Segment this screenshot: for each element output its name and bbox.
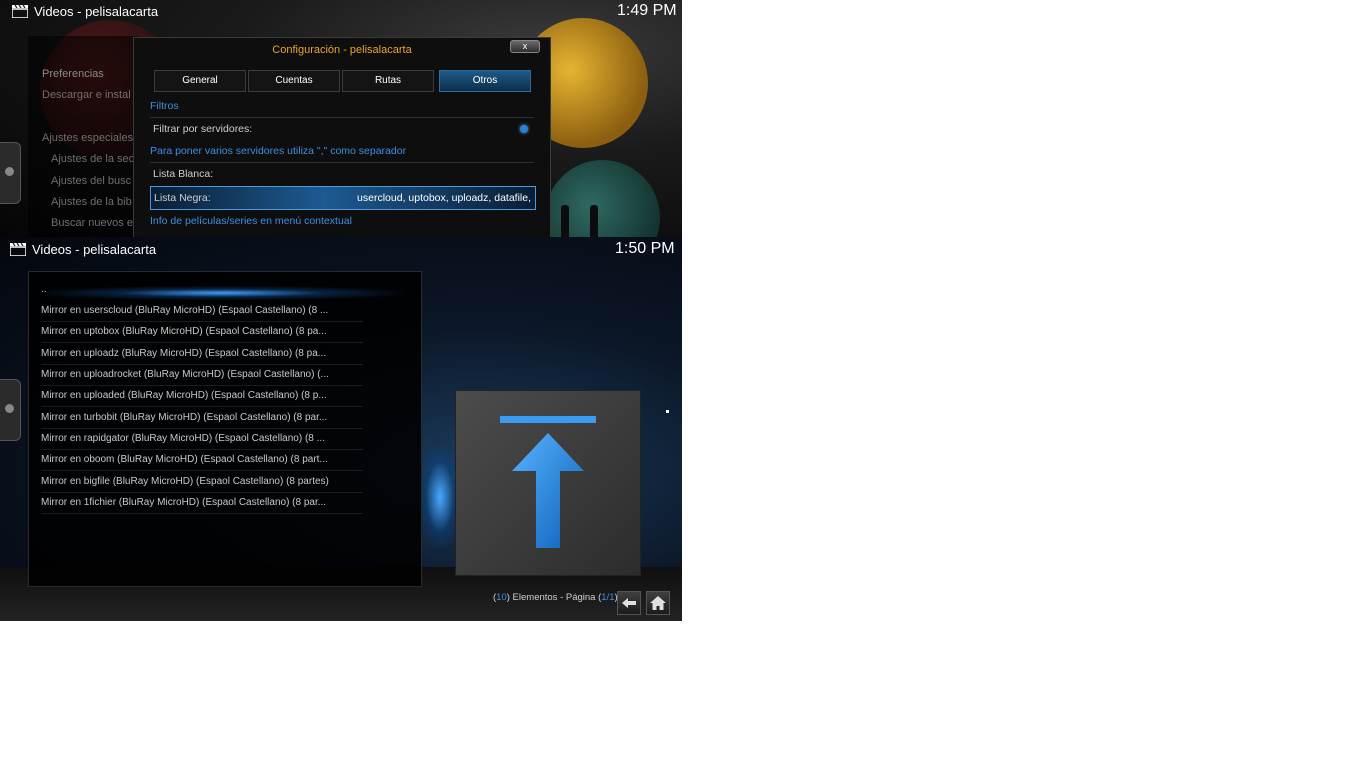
background-teal-disc: [545, 160, 660, 237]
side-menu-item[interactable]: Ajustes de la sec: [51, 153, 134, 165]
side-panel-handle[interactable]: [0, 142, 21, 204]
pagination-info: (10) Elementos - Página (1/1): [493, 592, 618, 603]
side-menu-item[interactable]: Preferencias: [42, 68, 104, 80]
list-item[interactable]: Mirror en 1fichier (BluRay MicroHD) (Esp…: [41, 492, 363, 514]
tab-cuentas[interactable]: Cuentas: [248, 70, 340, 92]
list-item[interactable]: Mirror en uploaded (BluRay MicroHD) (Esp…: [41, 385, 363, 407]
clock: 1:50 PM: [615, 240, 675, 257]
blacklist-field[interactable]: Lista Negra: usercloud, uptobox, uploadz…: [150, 186, 536, 210]
list-item[interactable]: Mirror en turbobit (BluRay MicroHD) (Esp…: [41, 407, 363, 429]
list-item[interactable]: Mirror en bigfile (BluRay MicroHD) (Espa…: [41, 471, 363, 493]
up-arrow-icon: [500, 416, 596, 548]
side-menu: Preferencias Descargar e instal Ajustes …: [28, 36, 138, 237]
list-item[interactable]: Mirror en uploadrocket (BluRay MicroHD) …: [41, 364, 363, 386]
list-item[interactable]: Mirror en uptobox (BluRay MicroHD) (Espa…: [41, 321, 363, 343]
list-item[interactable]: Mirror en rapidgator (BluRay MicroHD) (E…: [41, 428, 363, 450]
side-menu-item[interactable]: Ajustes de la bib: [51, 196, 132, 208]
section-info: Info de películas/series en menú context…: [150, 215, 352, 227]
list-item[interactable]: Mirror en oboom (BluRay MicroHD) (Espaol…: [41, 449, 363, 471]
blacklist-label: Lista Negra:: [154, 192, 211, 204]
separator-hint: Para poner varios servidores utiliza ","…: [150, 145, 407, 157]
home-icon: [650, 596, 666, 610]
tab-otros[interactable]: Otros: [439, 70, 531, 92]
filter-servers-label: Filtrar por servidores:: [153, 123, 253, 135]
cursor-dot: [666, 410, 669, 413]
tab-general[interactable]: General: [154, 70, 246, 92]
page-number: 1/1: [601, 592, 615, 603]
side-panel-handle[interactable]: [0, 379, 21, 441]
side-menu-item[interactable]: Buscar nuevos e: [51, 217, 133, 229]
list-item[interactable]: Mirror en uploadz (BluRay MicroHD) (Espa…: [41, 343, 363, 365]
whitelist-field[interactable]: Lista Blanca:: [150, 162, 534, 185]
section-filtros: Filtros: [150, 100, 179, 112]
settings-dialog: Configuración - pelisalacarta x General …: [133, 37, 551, 237]
list-item-parent[interactable]: ..: [41, 279, 363, 300]
header-title: Videos - pelisalacarta: [34, 4, 159, 19]
clapperboard-icon: [10, 242, 26, 256]
dialog-title: Configuración - pelisalacarta: [272, 44, 412, 56]
thumbnail: [455, 390, 641, 576]
radio-on-icon[interactable]: [520, 125, 528, 133]
background-light-streak: [420, 447, 460, 547]
back-button[interactable]: [617, 591, 641, 615]
header-title: Videos - pelisalacarta: [32, 242, 157, 257]
whitelist-label: Lista Blanca:: [153, 168, 214, 180]
file-list: .. Mirror en userscloud (BluRay MicroHD)…: [28, 271, 422, 587]
home-button[interactable]: [646, 591, 670, 615]
close-button[interactable]: x: [510, 40, 540, 53]
back-arrow-icon: [622, 598, 636, 608]
filter-servers-toggle[interactable]: Filtrar por servidores:: [150, 117, 534, 140]
side-menu-item[interactable]: Ajustes especiales: [42, 132, 133, 144]
blacklist-value: usercloud, uptobox, uploadz, datafile,: [357, 192, 531, 204]
side-menu-item[interactable]: Descargar e instal: [42, 89, 131, 101]
clapperboard-icon: [12, 4, 28, 18]
bottom-screenshot: Videos - pelisalacarta 1:50 PM .. Mirror…: [0, 237, 682, 621]
clock: 1:49 PM: [617, 2, 677, 19]
top-screenshot: Videos - pelisalacarta 1:49 PM Preferenc…: [0, 0, 682, 237]
side-menu-item[interactable]: Ajustes del busc: [51, 175, 131, 187]
item-count: 10: [496, 592, 507, 603]
tab-rutas[interactable]: Rutas: [342, 70, 434, 92]
list-item[interactable]: Mirror en userscloud (BluRay MicroHD) (E…: [41, 300, 363, 322]
